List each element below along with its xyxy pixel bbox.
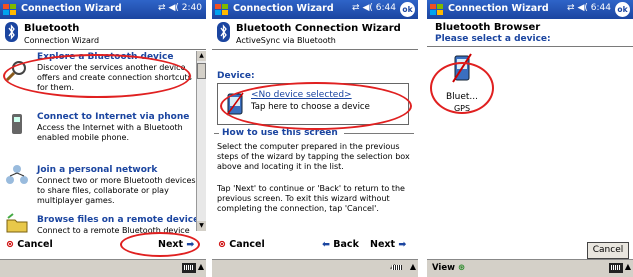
wizard-button-bar: ⊗ Cancel ⬅ Back Next ➡ (212, 235, 418, 255)
screen-connection-wizard-menu: Connection Wizard ⇄ ◀( 2:40 Bluetooth Co… (0, 0, 206, 277)
volume-icon[interactable]: ◀( (362, 3, 372, 13)
cancel-button[interactable]: ⊗ Cancel (6, 239, 53, 250)
clock: 6:44 (590, 3, 611, 13)
network-icon (6, 165, 28, 184)
back-button[interactable]: ⬅ Back (322, 239, 359, 250)
screen-bluetooth-browser: Connection Wizard ⇄ ◀( 6:44 ok Bluetooth… (427, 0, 633, 277)
bluetooth-icon (217, 22, 230, 42)
clock: 2:40 (181, 3, 202, 13)
windows-start-icon[interactable] (2, 2, 17, 17)
scroll-down-icon[interactable]: ▼ (197, 221, 206, 231)
menu-item-description: Access the Internet with a Bluetooth ena… (37, 123, 183, 142)
device-label: Device: (217, 71, 255, 81)
taskbar: View ⊛ ▲ (427, 259, 633, 277)
status-area: ⇄ ◀( 2:40 (158, 3, 202, 13)
volume-icon[interactable]: ◀( (577, 3, 587, 13)
page-title: Bluetooth Browser (435, 22, 541, 33)
divider (214, 133, 219, 134)
input-menu-icon[interactable]: ▲ (625, 262, 631, 271)
ok-button[interactable]: ok (400, 2, 415, 17)
wizard-header: Bluetooth Connection Wizard (0, 19, 206, 50)
ok-button[interactable]: ok (615, 2, 630, 17)
volume-icon[interactable]: ◀( (168, 3, 178, 13)
divider (344, 133, 414, 134)
title-bar: Connection Wizard ⇄ ◀( 2:40 (0, 0, 206, 19)
cancel-icon: ⊗ (218, 239, 226, 250)
highlight-oval (220, 82, 412, 130)
window-title: Connection Wizard (21, 3, 122, 14)
connectivity-icon[interactable]: ⇄ (352, 3, 360, 13)
page-subtitle: Please select a device: (435, 34, 551, 44)
view-menu[interactable]: View ⊛ (432, 263, 465, 273)
window-title: Connection Wizard (448, 3, 549, 14)
next-button[interactable]: Next ➡ (370, 239, 406, 250)
divider (427, 46, 633, 47)
input-menu-icon[interactable]: ▲ (410, 262, 416, 271)
input-menu-icon[interactable]: ▲ (198, 262, 204, 271)
page-subtitle: Connection Wizard (24, 36, 100, 45)
status-area: ⇄ ◀( 6:44 (352, 3, 396, 13)
back-label: Back (333, 239, 359, 250)
highlight-oval (3, 54, 191, 98)
taskbar: ✍ ▲ (212, 259, 418, 277)
menu-item-description: Connect two or more Bluetooth devices to… (37, 176, 196, 205)
taskbar: ▲ (0, 259, 206, 277)
highlight-oval (120, 232, 200, 257)
howto-paragraph: Tap 'Next' to continue or 'Back' to retu… (217, 184, 405, 213)
menu-item-heading: Browse files on a remote device (37, 215, 200, 225)
next-label: Next (370, 239, 396, 250)
cancel-icon: ⊗ (6, 239, 14, 250)
howto-paragraph: Select the computer prepared in the prev… (217, 142, 410, 171)
keyboard-icon[interactable] (182, 263, 196, 273)
phone-icon (12, 114, 22, 134)
highlight-oval (430, 62, 494, 114)
title-bar: Connection Wizard ⇄ ◀( 6:44 ok (212, 0, 418, 19)
folder-icon (6, 213, 28, 233)
title-bar: Connection Wizard ⇄ ◀( 6:44 ok (427, 0, 633, 19)
scroll-thumb[interactable] (197, 63, 206, 79)
screen-bluetooth-connection-wizard: Connection Wizard ⇄ ◀( 6:44 ok Bluetooth… (212, 0, 418, 277)
page-title: Bluetooth Connection Wizard (236, 23, 401, 34)
wizard-header: Bluetooth Connection Wizard ActiveSync v… (212, 19, 418, 50)
menu-item-heading: Join a personal network (37, 165, 158, 175)
back-arrow-icon: ⬅ (322, 239, 330, 250)
cancel-button[interactable]: Cancel (587, 242, 629, 259)
cancel-label: Cancel (229, 239, 265, 250)
cancel-button[interactable]: ⊗ Cancel (218, 239, 265, 250)
scrollbar[interactable]: ▲ ▼ (196, 51, 206, 231)
page-title: Bluetooth (24, 23, 80, 34)
cancel-label: Cancel (17, 239, 53, 250)
window-title: Connection Wizard (233, 3, 334, 14)
connectivity-icon[interactable]: ⇄ (158, 3, 166, 13)
view-label: View (432, 263, 455, 273)
next-arrow-icon: ➡ (398, 239, 407, 250)
page-subtitle: ActiveSync via Bluetooth (236, 36, 336, 45)
windows-start-icon[interactable] (429, 2, 444, 17)
keyboard-icon[interactable] (609, 263, 623, 273)
scroll-up-icon[interactable]: ▲ (197, 51, 206, 61)
pen-input-icon[interactable]: ✍ (390, 263, 404, 273)
windows-start-icon[interactable] (214, 2, 229, 17)
connectivity-icon[interactable]: ⇄ (567, 3, 575, 13)
status-area: ⇄ ◀( 6:44 (567, 3, 611, 13)
view-toggle-icon: ⊛ (457, 263, 466, 273)
clock: 6:44 (375, 3, 396, 13)
menu-item-heading: Connect to Internet via phone (37, 112, 190, 122)
bluetooth-icon (5, 22, 18, 42)
